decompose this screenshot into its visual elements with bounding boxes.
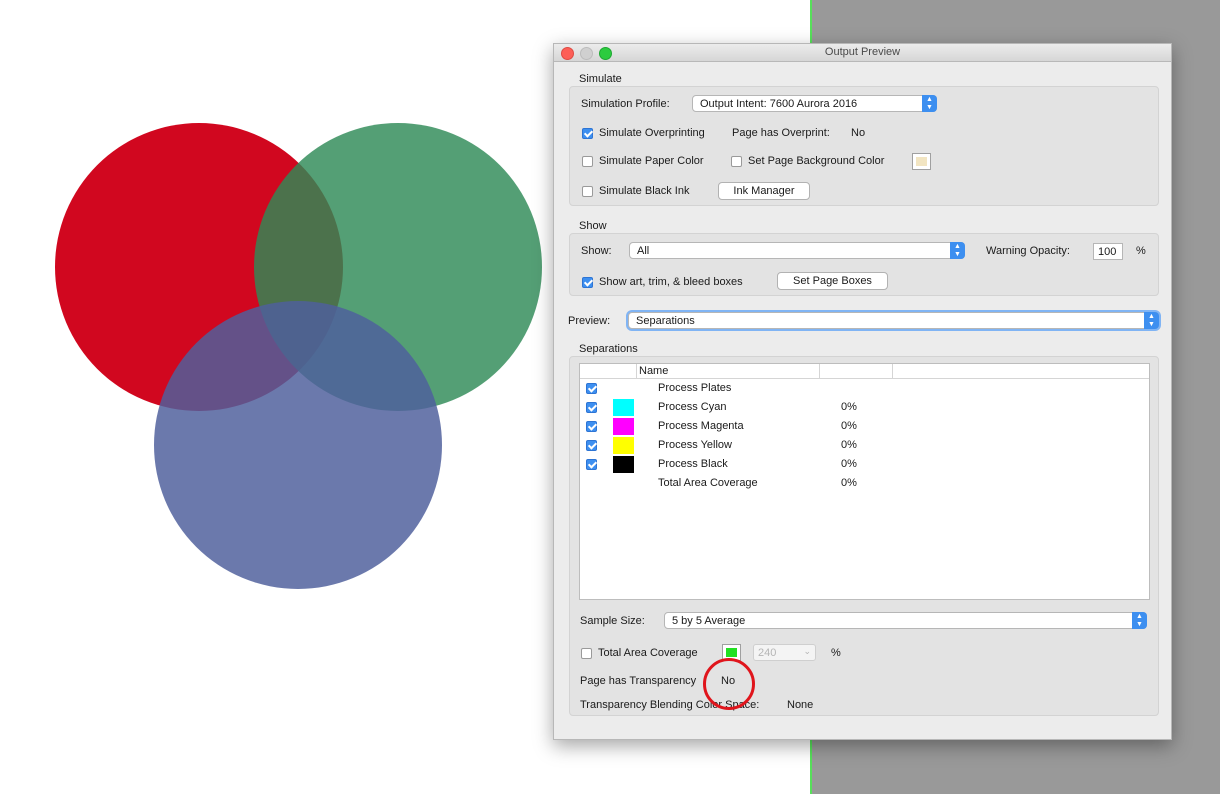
separation-row-plates[interactable]: Process Plates [580, 379, 1149, 398]
background-swatch-fill [916, 157, 927, 166]
simulate-section-label: Simulate [579, 73, 622, 85]
sample-size-label: Sample Size: [580, 615, 645, 627]
set-page-boxes-button[interactable]: Set Page Boxes [777, 272, 888, 290]
warning-opacity-input[interactable]: 100 [1093, 243, 1123, 260]
yellow-swatch [613, 437, 634, 454]
separations-table: Name Process Plates Process Cyan 0% Proc… [579, 363, 1150, 600]
page-has-overprint-label: Page has Overprint: [732, 127, 830, 139]
column-header-name[interactable]: Name [637, 364, 820, 379]
preview-select[interactable]: Separations ▲ ▼ [628, 312, 1159, 329]
popup-stepper-icon: ▲ ▼ [1144, 312, 1159, 329]
simulate-overprinting-checkbox[interactable] [582, 128, 593, 139]
show-select[interactable]: All ▲ ▼ [629, 242, 965, 259]
separation-row-cyan[interactable]: Process Cyan 0% [580, 398, 1149, 417]
separation-coverage: 0% [841, 477, 857, 489]
magenta-checkbox[interactable] [586, 421, 597, 432]
separation-row-total[interactable]: Total Area Coverage 0% [580, 474, 1149, 493]
separation-name: Process Yellow [658, 439, 732, 451]
warning-opacity-label: Warning Opacity: [986, 245, 1070, 257]
popup-stepper-icon: ▲ ▼ [1132, 612, 1147, 629]
simulation-profile-value: Output Intent: 7600 Aurora 2016 [700, 98, 858, 110]
coverage-threshold-value: 240 [758, 647, 777, 659]
coverage-percent: % [831, 647, 841, 659]
separation-name: Process Magenta [658, 420, 744, 432]
popup-stepper-icon: ▲ ▼ [922, 95, 937, 112]
coverage-threshold-combo[interactable]: 240 ⌄ [753, 644, 816, 661]
titlebar[interactable]: Output Preview [554, 44, 1171, 62]
simulation-profile-label: Simulation Profile: [581, 98, 670, 110]
separation-row-magenta[interactable]: Process Magenta 0% [580, 417, 1149, 436]
preview-label: Preview: [568, 315, 611, 327]
sample-size-value: 5 by 5 Average [672, 615, 746, 627]
show-boxes-checkbox[interactable] [582, 277, 593, 288]
show-value: All [637, 245, 650, 257]
blending-space-value: None [787, 699, 814, 711]
column-header-spacer [893, 364, 1149, 379]
cyan-checkbox[interactable] [586, 402, 597, 413]
simulate-black-ink-checkbox[interactable] [582, 186, 593, 197]
total-area-coverage-label[interactable]: Total Area Coverage [598, 647, 698, 659]
separation-coverage: 0% [841, 420, 857, 432]
set-page-background-checkbox[interactable] [731, 156, 742, 167]
black-swatch [613, 456, 634, 473]
show-section-label: Show [579, 220, 607, 232]
coverage-swatch-fill [726, 648, 737, 657]
separations-section-label: Separations [579, 343, 638, 355]
popup-stepper-icon: ▲ ▼ [950, 242, 965, 259]
window-title: Output Preview [824, 46, 901, 58]
column-header-name-label: Name [639, 365, 669, 377]
separation-coverage: 0% [841, 439, 857, 451]
show-group: Show: All ▲ ▼ Warning Opacity: 100 % Show… [569, 233, 1159, 296]
page-has-overprint-value: No [851, 127, 866, 139]
page-background-swatch[interactable] [912, 153, 931, 170]
black-checkbox[interactable] [586, 459, 597, 470]
plates-checkbox[interactable] [586, 383, 597, 394]
column-header-check[interactable] [580, 364, 637, 379]
magenta-swatch [613, 418, 634, 435]
simulation-profile-select[interactable]: Output Intent: 7600 Aurora 2016 ▲ ▼ [692, 95, 937, 112]
simulate-group: Simulation Profile: Output Intent: 7600 … [569, 86, 1159, 206]
set-page-background-label[interactable]: Set Page Background Color [748, 155, 884, 167]
chevron-down-icon: ⌄ [803, 646, 811, 656]
simulate-black-ink-label[interactable]: Simulate Black Ink [599, 185, 689, 197]
separation-coverage: 0% [841, 458, 857, 470]
separation-row-yellow[interactable]: Process Yellow 0% [580, 436, 1149, 455]
output-preview-dialog: Output Preview Simulate Simulation Profi… [553, 43, 1172, 740]
simulate-overprinting-label[interactable]: Simulate Overprinting [599, 127, 705, 139]
separation-name: Process Plates [658, 382, 732, 394]
separation-name: Process Black [658, 458, 728, 470]
separation-coverage: 0% [841, 401, 857, 413]
preview-value: Separations [636, 315, 695, 327]
yellow-checkbox[interactable] [586, 440, 597, 451]
simulate-paper-color-label[interactable]: Simulate Paper Color [599, 155, 704, 167]
ink-manager-button[interactable]: Ink Manager [718, 182, 810, 200]
cyan-swatch [613, 399, 634, 416]
total-area-coverage-checkbox[interactable] [581, 648, 592, 659]
separation-name: Total Area Coverage [658, 477, 758, 489]
show-boxes-label[interactable]: Show art, trim, & bleed boxes [599, 276, 743, 288]
sample-size-select[interactable]: 5 by 5 Average ▲ ▼ [664, 612, 1147, 629]
separation-row-black[interactable]: Process Black 0% [580, 455, 1149, 474]
warning-opacity-percent: % [1136, 245, 1146, 257]
separation-name: Process Cyan [658, 401, 727, 413]
column-header-coverage[interactable] [820, 364, 893, 379]
show-label: Show: [581, 245, 612, 257]
simulate-paper-color-checkbox[interactable] [582, 156, 593, 167]
page-has-transparency-label: Page has Transparency [580, 675, 697, 687]
highlight-annotation-circle [703, 658, 755, 710]
